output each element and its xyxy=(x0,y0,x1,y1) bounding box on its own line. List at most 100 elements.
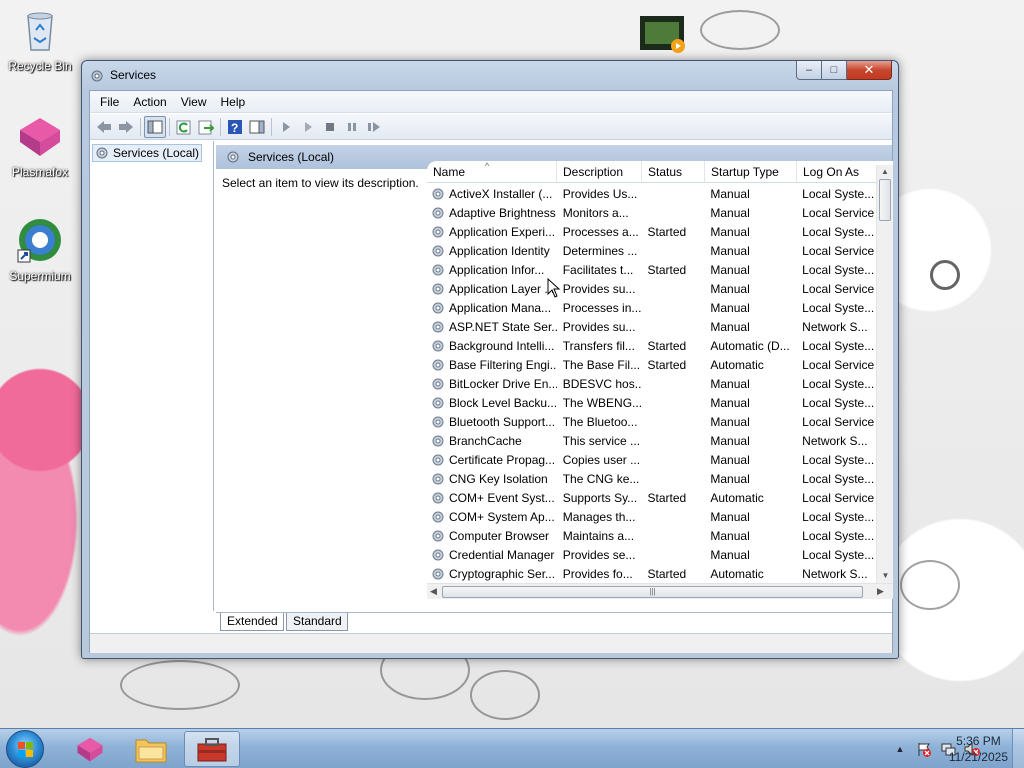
export-list-button[interactable] xyxy=(195,116,217,138)
service-log-on-as: Local Syste... xyxy=(802,376,875,391)
service-gear-icon xyxy=(432,511,444,522)
service-log-on-as: Local Service xyxy=(802,357,875,372)
play-outline-icon xyxy=(305,121,312,132)
taskbar-services[interactable] xyxy=(184,731,240,767)
desktop-icon-plasmafox[interactable]: Plasmafox xyxy=(0,112,80,179)
vertical-scroll-thumb[interactable] xyxy=(879,179,891,221)
table-row[interactable]: BranchCache This service ... Manual Network… xyxy=(427,431,876,450)
table-row[interactable]: CNG Key Isolation The CNG ke... Manual Loca… xyxy=(427,469,876,488)
table-row[interactable]: Application Layer ... Provides su... Manua… xyxy=(427,279,876,298)
service-name: Certificate Propag... xyxy=(449,452,556,467)
start-service-alt-button[interactable] xyxy=(297,116,319,138)
service-log-on-as: Local Syste... xyxy=(802,262,875,277)
pause-service-button[interactable] xyxy=(341,116,363,138)
menu-file[interactable]: File xyxy=(93,91,126,113)
menu-help[interactable]: Help xyxy=(214,91,253,113)
toolbox-icon xyxy=(197,738,227,762)
taskbar-file-explorer[interactable] xyxy=(123,731,179,767)
service-gear-icon xyxy=(432,359,444,370)
table-row[interactable]: ASP.NET State Ser... Provides su... Manual… xyxy=(427,317,876,336)
close-button[interactable]: ✕ xyxy=(847,61,892,80)
start-service-button[interactable] xyxy=(275,116,297,138)
show-action-pane-button[interactable] xyxy=(246,116,268,138)
table-row[interactable]: Background Intelli... Transfers fil... Sta… xyxy=(427,336,876,355)
maximize-button[interactable]: □ xyxy=(822,61,847,80)
forward-button[interactable] xyxy=(115,116,137,138)
refresh-icon xyxy=(176,120,191,134)
scroll-right-arrow-icon[interactable]: ▶ xyxy=(877,586,884,597)
column-header-description[interactable]: Description xyxy=(557,161,642,183)
media-file-icon[interactable] xyxy=(640,16,686,54)
service-description: Provides su... xyxy=(562,281,636,296)
desktop-icon-recycle-bin[interactable]: Recycle Bin xyxy=(0,6,80,73)
service-description: Maintains a... xyxy=(562,528,635,543)
table-row[interactable]: Certificate Propag... Copies user ... Manu… xyxy=(427,450,876,469)
restart-service-button[interactable] xyxy=(363,116,385,138)
scroll-up-arrow-icon[interactable]: ▲ xyxy=(877,165,893,179)
services-gear-icon xyxy=(91,70,103,82)
tree-item-services-local[interactable]: Services (Local) xyxy=(92,144,202,162)
action-center-flag-icon[interactable] xyxy=(915,740,933,758)
table-row[interactable]: Application Experi... Processes a... Start… xyxy=(427,222,876,241)
start-button[interactable] xyxy=(6,730,44,768)
table-row[interactable]: Bluetooth Support... The Bluetoo... Manual… xyxy=(427,412,876,431)
service-startup-type: Manual xyxy=(710,547,750,562)
service-description: Monitors a... xyxy=(562,205,629,220)
show-hidden-icons-chevron-icon[interactable]: ▲ xyxy=(891,740,909,758)
service-description: This service ... xyxy=(562,433,641,448)
horizontal-scroll-thumb[interactable]: ||| xyxy=(442,586,863,598)
title-bar[interactable]: Services – □ ✕ xyxy=(82,61,898,89)
table-row[interactable]: ActiveX Installer (... Provides Us... Manu… xyxy=(427,184,876,203)
service-name-cell: Bluetooth Support... xyxy=(427,415,557,429)
help-button[interactable]: ? xyxy=(224,116,246,138)
scroll-down-arrow-icon[interactable]: ▼ xyxy=(877,569,893,583)
menu-view[interactable]: View xyxy=(174,91,214,113)
table-row[interactable]: Base Filtering Engi... The Base Fil... Sta… xyxy=(427,355,876,374)
services-window: Services – □ ✕ File Action View Help ? S… xyxy=(81,60,899,659)
service-name-cell: Adaptive Brightness xyxy=(427,206,557,220)
service-status: Started xyxy=(647,357,687,372)
service-startup-type: Automatic (D... xyxy=(710,338,790,353)
system-clock[interactable]: 5:36 PM 11/21/2025 xyxy=(949,733,1008,765)
service-name-cell: Certificate Propag... xyxy=(427,453,557,467)
column-header-status[interactable]: Status xyxy=(642,161,705,183)
scroll-left-arrow-icon[interactable]: ◀ xyxy=(430,586,437,597)
service-log-on-as: Local Service xyxy=(802,414,875,429)
service-name: Base Filtering Engi... xyxy=(449,357,557,372)
menu-action[interactable]: Action xyxy=(126,91,173,113)
table-row[interactable]: Adaptive Brightness Monitors a... Manual Lo… xyxy=(427,203,876,222)
horizontal-scrollbar[interactable]: ◀ ||| ▶ xyxy=(427,583,893,599)
tab-standard[interactable]: Standard xyxy=(286,613,348,631)
table-row[interactable]: COM+ System Ap... Manages th... Manual Loca… xyxy=(427,507,876,526)
table-row[interactable]: Computer Browser Maintains a... Manual Loca… xyxy=(427,526,876,545)
show-desktop-button[interactable] xyxy=(1012,729,1024,768)
minimize-button[interactable]: – xyxy=(796,61,822,80)
service-name: ActiveX Installer (... xyxy=(449,186,553,201)
table-row[interactable]: BitLocker Drive En... BDESVC hos... Manual… xyxy=(427,374,876,393)
service-log-on-as: Network S... xyxy=(802,433,868,448)
table-row[interactable]: Application Infor... Facilitates t... Star… xyxy=(427,260,876,279)
table-row[interactable]: Application Identity Determines ... Manual… xyxy=(427,241,876,260)
stop-service-button[interactable] xyxy=(319,116,341,138)
table-row[interactable]: Block Level Backu... The WBENG... Manual Lo… xyxy=(427,393,876,412)
back-arrow-icon xyxy=(97,120,111,133)
refresh-button[interactable] xyxy=(173,116,195,138)
service-startup-type: Automatic xyxy=(710,357,764,372)
service-gear-icon xyxy=(432,492,444,503)
table-row[interactable]: Application Mana... Processes in... Manual… xyxy=(427,298,876,317)
column-header-startup-type[interactable]: Startup Type xyxy=(705,161,797,183)
show-hide-console-tree-button[interactable] xyxy=(144,115,166,138)
table-row[interactable]: COM+ Event Syst... Supports Sy... Started A… xyxy=(427,488,876,507)
desktop-icon-supermium[interactable]: Supermium xyxy=(0,216,80,283)
table-row[interactable]: Cryptographic Ser... Provides fo... Starte… xyxy=(427,564,876,583)
tab-extended[interactable]: Extended xyxy=(220,613,284,631)
taskbar-plasmafox[interactable] xyxy=(62,731,118,767)
service-startup-type: Manual xyxy=(710,528,750,543)
column-header-name[interactable]: ^ Name xyxy=(427,161,557,183)
service-log-on-as: Local Syste... xyxy=(802,509,875,524)
column-label: Status xyxy=(648,165,683,179)
back-button[interactable] xyxy=(93,116,115,138)
desktop-icon-label: Supermium xyxy=(9,269,71,283)
table-row[interactable]: Credential Manager Provides se... Manual Lo… xyxy=(427,545,876,564)
vertical-scrollbar[interactable]: ▲ ▼ xyxy=(876,165,893,583)
